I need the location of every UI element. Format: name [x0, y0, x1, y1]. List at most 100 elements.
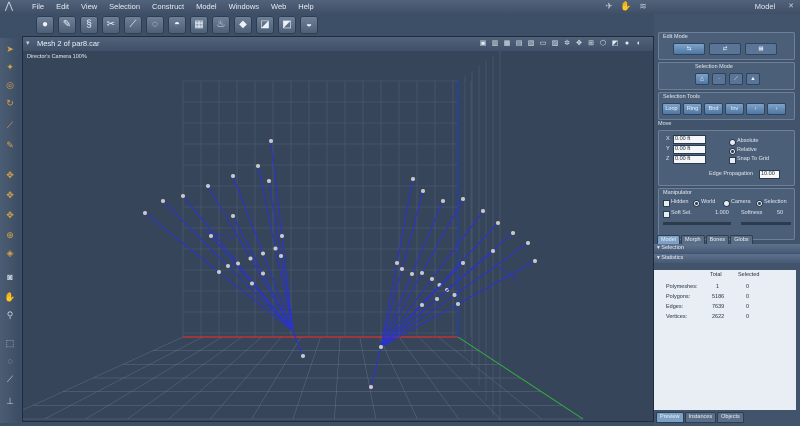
menu-view[interactable]: View — [75, 0, 103, 14]
select-face-icon[interactable]: ▲ — [746, 73, 760, 85]
menu-bar: File Edit View Selection Construct Model… — [26, 0, 320, 14]
tab-instances[interactable]: Instances — [684, 412, 717, 423]
pen-icon[interactable]: ✎ — [58, 16, 76, 34]
wire-cube-icon[interactable]: ⬡ — [598, 38, 608, 49]
edge-propagation-field[interactable]: 10.00 — [759, 170, 780, 179]
camera-radio[interactable] — [723, 200, 730, 207]
softness-slider[interactable] — [741, 222, 791, 225]
scissors-icon[interactable]: ✂ — [102, 16, 120, 34]
invert-button[interactable]: Inv — [725, 103, 744, 115]
select-edge-icon[interactable]: ⟋ — [729, 73, 743, 85]
tab-objects[interactable]: Objects — [717, 412, 744, 423]
lasso-icon[interactable]: ◌ — [146, 16, 164, 34]
axis-icon[interactable]: ⊥ — [3, 394, 17, 408]
relative-radio[interactable] — [729, 148, 736, 155]
selection-section-header[interactable]: ▾ Selection — [654, 244, 800, 253]
scene-canvas[interactable] — [23, 51, 653, 421]
marquee-icon[interactable]: ⬚ — [3, 336, 17, 350]
edit-mode-vertex-button[interactable]: ⇆ — [673, 43, 705, 55]
tool-bar: ● ✎ § ✂ ⟋ ◌ ◓ ▦ ♨ ◆ ◪ ◩ ◒ — [36, 15, 426, 35]
layout-side-icon[interactable]: ▤ — [514, 38, 524, 49]
menu-file[interactable]: File — [26, 0, 50, 14]
loop-button[interactable]: Loop — [662, 103, 681, 115]
shaded-sphere-icon[interactable]: ● — [622, 38, 632, 49]
select-point-icon[interactable]: · — [712, 73, 726, 85]
menu-windows[interactable]: Windows — [223, 0, 265, 14]
boundary-button[interactable]: Bnd — [704, 103, 723, 115]
viewport[interactable]: ▾ Mesh 2 of par8.car ▣ ▥ ▦ ▤ ▧ ▭ ▨ ✲ ✥ ⊞… — [22, 36, 654, 422]
ring-button[interactable]: Ring — [683, 103, 702, 115]
tab-preview[interactable]: Preview — [656, 412, 684, 423]
edit-mode-face-button[interactable]: ▦ — [745, 43, 777, 55]
stats-row-label: Polymeshes: — [666, 284, 698, 290]
grid-toggle-icon[interactable]: ⊞ — [586, 38, 596, 49]
rotate-icon[interactable]: ◎ — [3, 78, 17, 92]
menu-construct[interactable]: Construct — [146, 0, 190, 14]
layout-quad-icon[interactable]: ▦ — [502, 38, 512, 49]
selection-radio[interactable] — [756, 200, 763, 207]
twist-icon[interactable]: ↻ — [3, 96, 17, 110]
move-z-icon[interactable]: ✥ — [3, 208, 17, 222]
wand-icon[interactable]: ⟋ — [3, 118, 17, 132]
menu-help[interactable]: Help — [292, 0, 319, 14]
scale-icon[interactable]: ◈ — [3, 246, 17, 260]
move-x-icon[interactable]: ✥ — [3, 168, 17, 182]
translate-icon[interactable]: ✦ — [3, 60, 17, 74]
menu-web[interactable]: Web — [265, 0, 292, 14]
snap-to-grid-checkbox[interactable] — [729, 157, 736, 164]
universal-icon[interactable]: ⊕ — [3, 228, 17, 242]
layout-split-icon[interactable]: ▥ — [490, 38, 500, 49]
selection-tools-label: Selection Tools — [663, 94, 700, 100]
world-radio[interactable] — [693, 200, 700, 207]
sphere-icon[interactable]: ● — [36, 16, 54, 34]
flame-icon[interactable]: ♨ — [212, 16, 230, 34]
spiral-icon[interactable]: § — [80, 16, 98, 34]
x-field[interactable]: 0.00 ft — [673, 135, 706, 144]
world-label: World — [701, 199, 716, 205]
layout-single-icon[interactable]: ▣ — [478, 38, 488, 49]
soft-selection-checkbox[interactable] — [663, 211, 670, 218]
pan-icon[interactable]: ✥ — [574, 38, 584, 49]
zoom-icon[interactable]: ⚲ — [3, 308, 17, 322]
dome-icon[interactable]: ◓ — [168, 16, 186, 34]
room-bird-icon[interactable]: ✈ — [602, 0, 616, 12]
hand-icon[interactable]: ✋ — [3, 290, 17, 304]
room-wave-icon[interactable]: ≋ — [636, 0, 650, 12]
layout-wide-icon[interactable]: ▭ — [538, 38, 548, 49]
move-y-icon[interactable]: ✥ — [3, 188, 17, 202]
menu-edit[interactable]: Edit — [50, 0, 75, 14]
orbit-icon[interactable]: ✲ — [562, 38, 572, 49]
camera-icon[interactable]: ◙ — [3, 270, 17, 284]
bowl-icon[interactable]: ◒ — [300, 16, 318, 34]
menu-selection[interactable]: Selection — [103, 0, 146, 14]
knife-icon[interactable]: ⟋ — [124, 16, 142, 34]
select-vertex-icon[interactable]: △ — [695, 73, 709, 85]
y-field[interactable]: 0.00 ft — [673, 145, 706, 154]
shape-icon[interactable]: ◆ — [234, 16, 252, 34]
absolute-radio[interactable] — [729, 139, 736, 146]
lit-sphere-icon[interactable]: ◐ — [634, 38, 644, 49]
morph-brush-icon[interactable]: ✎ — [3, 138, 17, 152]
menu-model[interactable]: Model — [190, 0, 222, 14]
close-icon[interactable]: ✕ — [786, 2, 796, 12]
statistics-section-header[interactable]: ▾ Statistics — [654, 254, 800, 263]
viewport-menu-icon[interactable]: ▾ — [26, 39, 35, 49]
layout-tri-icon[interactable]: ▧ — [526, 38, 536, 49]
grow-button[interactable]: ‹ — [746, 103, 765, 115]
z-field[interactable]: 0.00 ft — [673, 155, 706, 164]
room-hand-icon[interactable]: ✋ — [619, 0, 633, 12]
edit-mode-edge-button[interactable]: ⇄ — [709, 43, 741, 55]
hidden-checkbox[interactable] — [663, 200, 670, 207]
solid-cube-icon[interactable]: ◩ — [610, 38, 620, 49]
line-select-icon[interactable]: ⟋ — [3, 372, 17, 386]
soft-selection-slider[interactable] — [663, 222, 731, 225]
cube-icon[interactable]: ◩ — [278, 16, 296, 34]
shrink-button[interactable]: › — [767, 103, 786, 115]
manipulator-group: Manipulator Hidden World Camera Selectio… — [658, 188, 795, 240]
grid-icon[interactable]: ▦ — [190, 16, 208, 34]
layout-more-icon[interactable]: ▨ — [550, 38, 560, 49]
select-arrow-icon[interactable]: ➤ — [3, 42, 17, 56]
app-logo-icon[interactable]: ⋀ — [2, 1, 16, 13]
box-icon[interactable]: ◪ — [256, 16, 274, 34]
lasso-select-icon[interactable]: ◌ — [3, 354, 17, 368]
